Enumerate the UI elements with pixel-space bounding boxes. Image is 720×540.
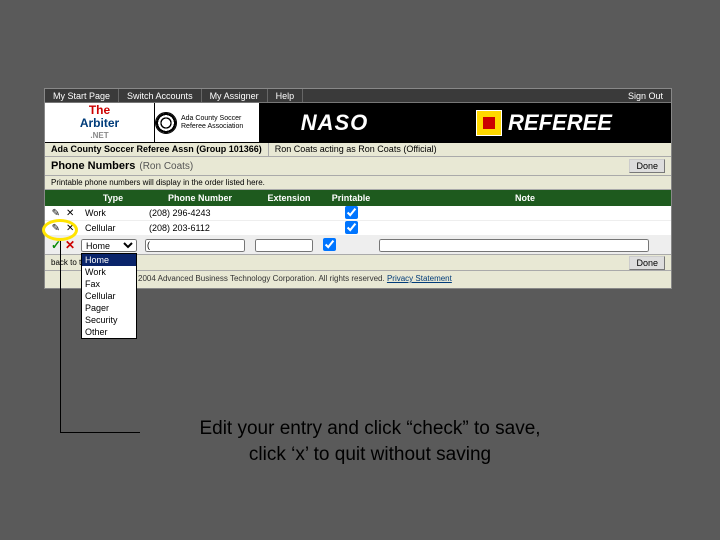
- table-header: Type Phone Number Extension Printable No…: [45, 190, 671, 206]
- breadcrumb: Ada County Soccer Referee Assn (Group 10…: [45, 143, 671, 157]
- logo-arbiter: TheArbiter.NET: [45, 103, 155, 142]
- type-dropdown-open[interactable]: Home Work Fax Cellular Pager Security Ot…: [81, 253, 137, 339]
- nav-assigner[interactable]: My Assigner: [202, 89, 268, 102]
- banner: TheArbiter.NET Ada County Soccer Referee…: [45, 103, 671, 143]
- logo-ada: Ada County Soccer Referee Association: [155, 103, 260, 142]
- logo-referee: REFEREE: [410, 103, 671, 142]
- done-button-bottom[interactable]: Done: [629, 256, 665, 270]
- option-security[interactable]: Security: [82, 314, 136, 326]
- logo-naso: NASO: [260, 103, 410, 142]
- breadcrumb-user: Ron Coats acting as Ron Coats (Official): [269, 143, 671, 156]
- done-button-top[interactable]: Done: [629, 159, 665, 173]
- option-pager[interactable]: Pager: [82, 302, 136, 314]
- nav-signout[interactable]: Sign Out: [620, 89, 671, 102]
- th-note: Note: [379, 193, 671, 203]
- flag-icon: [476, 110, 502, 136]
- nav-switch[interactable]: Switch Accounts: [119, 89, 202, 102]
- nav-help[interactable]: Help: [268, 89, 304, 102]
- edit-icon[interactable]: ✎: [52, 223, 60, 234]
- caption-line-2: click ‘x’ to quit without saving: [140, 444, 600, 466]
- edit-row: ✓ ✕ Home Home Work Fax Cellular Pager Se…: [45, 236, 671, 254]
- cell-printable[interactable]: [345, 221, 358, 234]
- section-subtitle: (Ron Coats): [139, 161, 193, 172]
- back-link[interactable]: back to t: [51, 258, 81, 267]
- option-fax[interactable]: Fax: [82, 278, 136, 290]
- section-header: Phone Numbers (Ron Coats) Done: [45, 157, 671, 176]
- cell-phone: (208) 296-4243: [145, 208, 255, 218]
- top-nav: My Start Page Switch Accounts My Assigne…: [45, 89, 671, 103]
- footer-bar: back to t Done: [45, 254, 671, 270]
- table-row: ✎ ✕ Work (208) 296-4243: [45, 206, 671, 221]
- th-ext: Extension: [255, 193, 323, 203]
- cell-phone: (208) 203-6112: [145, 223, 255, 233]
- cell-type: Cellular: [81, 223, 145, 233]
- edit-icon[interactable]: ✎: [52, 208, 60, 219]
- cancel-x-icon[interactable]: ✕: [65, 238, 75, 252]
- cell-printable[interactable]: [345, 206, 358, 219]
- option-work[interactable]: Work: [82, 266, 136, 278]
- cell-type: Work: [81, 208, 145, 218]
- copyright: © 2003 - 2004 Advanced Business Technolo…: [45, 270, 671, 288]
- section-note: Printable phone numbers will display in …: [45, 176, 671, 190]
- printable-checkbox[interactable]: [323, 238, 336, 251]
- callout-line: [60, 240, 61, 432]
- option-home[interactable]: Home: [82, 254, 136, 266]
- app-window: My Start Page Switch Accounts My Assigne…: [44, 88, 672, 289]
- option-cellular[interactable]: Cellular: [82, 290, 136, 302]
- table-row: ✎ ✕ Cellular (208) 203-6112: [45, 221, 671, 236]
- option-other[interactable]: Other: [82, 326, 136, 338]
- delete-icon[interactable]: ✕: [66, 208, 74, 219]
- delete-icon[interactable]: ✕: [66, 223, 74, 234]
- th-type: Type: [81, 193, 145, 203]
- ball-icon: [155, 112, 177, 134]
- th-phone: Phone Number: [145, 193, 255, 203]
- th-print: Printable: [323, 193, 379, 203]
- section-title: Phone Numbers: [51, 160, 135, 172]
- caption-line-1: Edit your entry and click “check” to sav…: [140, 418, 600, 440]
- note-input[interactable]: [379, 239, 649, 252]
- nav-start[interactable]: My Start Page: [45, 89, 119, 102]
- ext-input[interactable]: [255, 239, 313, 252]
- callout-line: [60, 432, 140, 433]
- breadcrumb-group: Ada County Soccer Referee Assn (Group 10…: [45, 143, 269, 156]
- type-select[interactable]: Home: [81, 239, 137, 252]
- privacy-link[interactable]: Privacy Statement: [387, 274, 452, 283]
- phone-input[interactable]: [145, 239, 245, 252]
